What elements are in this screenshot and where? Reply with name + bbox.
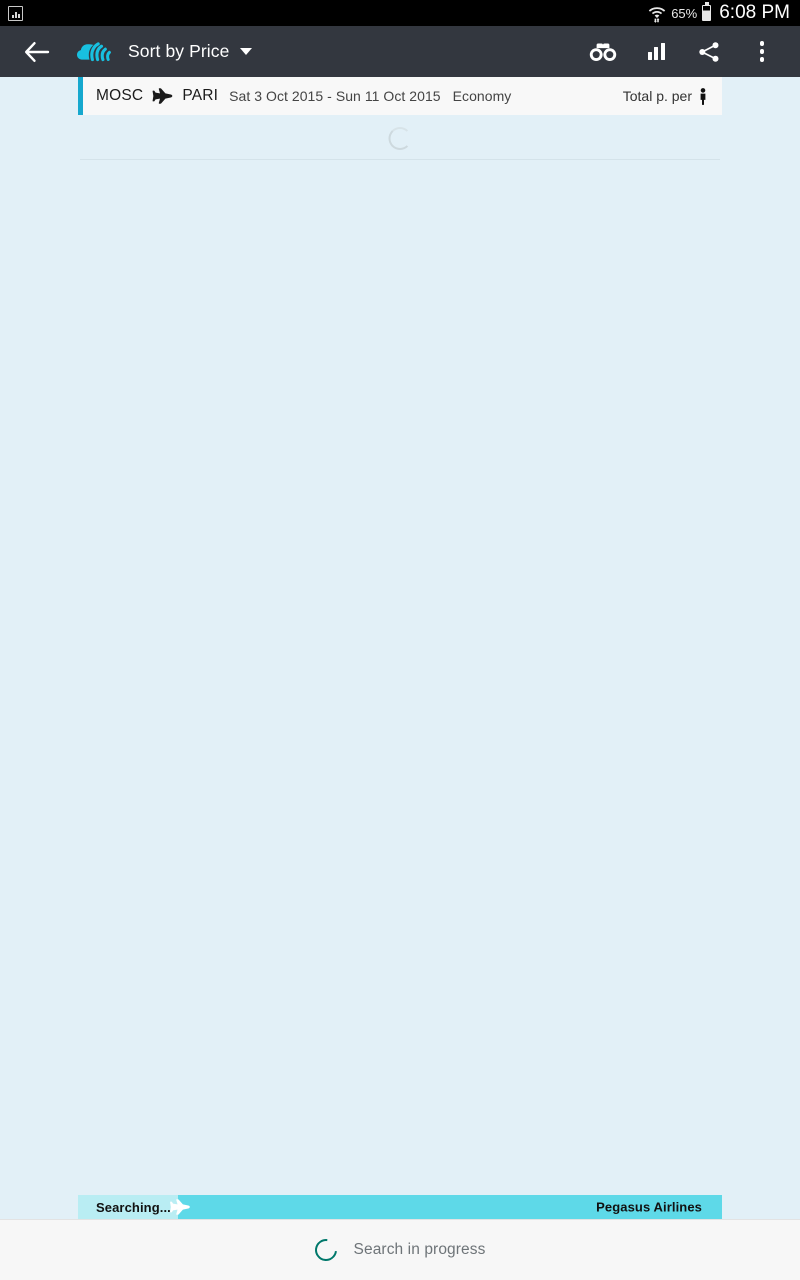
status-bar-clock: 6:08 PM	[719, 2, 790, 23]
airplane-icon	[152, 88, 173, 104]
search-summary-card[interactable]: MOSC PARI Sat 3 Oct 2015 - Sun 11 Oct 20…	[78, 77, 722, 115]
results-divider	[80, 159, 720, 160]
screenshot-icon	[8, 5, 23, 21]
travel-dates: Sat 3 Oct 2015 - Sun 11 Oct 2015	[229, 88, 441, 104]
skyscanner-cloud-logo[interactable]	[76, 38, 112, 66]
share-icon	[699, 41, 719, 62]
overflow-menu-button[interactable]	[738, 28, 786, 76]
origin-code: MOSC	[96, 87, 144, 104]
bar-chart-icon	[647, 43, 665, 60]
binoculars-icon	[589, 43, 617, 61]
app-toolbar: Sort by Price	[0, 26, 800, 77]
chevron-down-icon[interactable]	[240, 48, 253, 55]
current-airline-label: Pegasus Airlines	[596, 1199, 702, 1215]
battery-percent-label: 65%	[671, 5, 698, 21]
bottom-status-bar: Search in progress	[0, 1219, 800, 1280]
airplane-icon	[169, 1199, 191, 1215]
share-button[interactable]	[685, 28, 733, 76]
loading-spinner	[310, 1234, 341, 1266]
wifi-with-transfer-arrows-icon	[648, 3, 666, 23]
status-bar-left	[8, 5, 23, 21]
watch-flight-button[interactable]	[579, 28, 627, 76]
progress-label: Searching...	[96, 1199, 171, 1215]
kebab-menu-icon	[759, 41, 765, 62]
back-button[interactable]	[20, 35, 54, 69]
back-arrow-icon	[25, 41, 50, 62]
toolbar-actions	[579, 28, 786, 76]
results-content-area: MOSC PARI Sat 3 Oct 2015 - Sun 11 Oct 20…	[0, 77, 800, 1280]
price-mode-group[interactable]: Total p. per	[622, 87, 708, 105]
destination-code: PARI	[182, 87, 219, 104]
person-icon	[698, 87, 708, 105]
results-loading-spinner	[388, 127, 412, 150]
search-progress-bar: Searching... Pegasus Airlines	[78, 1195, 722, 1219]
search-status-text: Search in progress	[353, 1241, 486, 1258]
price-mode-label: Total p. per	[622, 88, 692, 104]
status-bar-right: 65% 6:08 PM	[648, 2, 790, 24]
battery-icon	[702, 2, 712, 21]
price-chart-button[interactable]	[632, 28, 680, 76]
cabin-class: Economy	[452, 88, 512, 104]
sort-by-label[interactable]: Sort by Price	[128, 41, 229, 62]
system-status-bar: 65% 6:08 PM	[0, 0, 800, 26]
